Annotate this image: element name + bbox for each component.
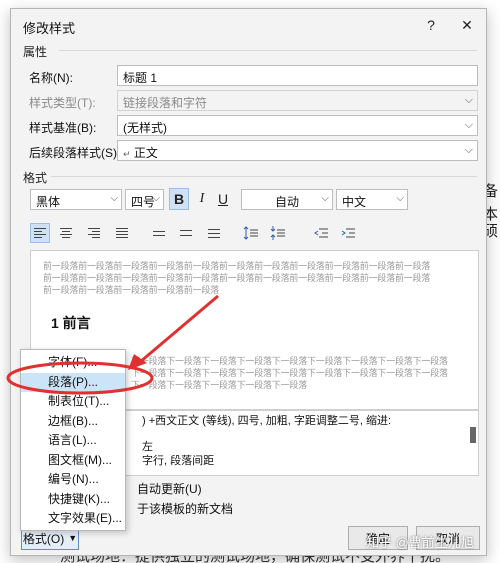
watermark: 知乎 @曹前生儿旭	[366, 535, 474, 550]
format-dropdown-menu: 字体(F)... 段落(P)... 制表位(T)... 边框(B)... 语言(…	[20, 349, 126, 531]
based-on-select[interactable]: (无样式) ⌵	[117, 115, 478, 136]
bold-button[interactable]: B	[169, 188, 189, 210]
align-left-icon	[34, 228, 46, 238]
menu-item-paragraph[interactable]: 段落(P)...	[21, 372, 125, 392]
preview-heading: 1 前言	[51, 315, 91, 331]
decrease-paragraph-spacing-button[interactable]	[268, 223, 288, 243]
format-header: 格式	[23, 171, 48, 185]
description-scrollbar[interactable]	[470, 427, 476, 443]
based-on-label: 样式基准(B):	[29, 121, 97, 135]
auto-update-checkbox[interactable]: 自动更新(U)	[137, 480, 202, 497]
align-right-button[interactable]	[84, 223, 104, 243]
menu-item-numbering[interactable]: 编号(N)...	[21, 470, 125, 490]
chevron-down-icon: ⌵	[110, 193, 118, 204]
name-label: 名称(N):	[29, 71, 73, 85]
align-right-icon	[88, 228, 100, 238]
font-value: 黑体	[36, 195, 61, 209]
divider	[59, 50, 477, 51]
font-size-value: 四号	[131, 195, 156, 209]
single-spacing-icon	[153, 230, 165, 236]
decrease-indent-button[interactable]	[311, 223, 331, 243]
increase-paragraph-spacing-button[interactable]	[241, 223, 261, 243]
menu-item-language[interactable]: 语言(L)...	[21, 431, 125, 451]
style-type-value: 链接段落和字符	[123, 96, 208, 110]
single-spacing-button[interactable]	[149, 223, 169, 243]
menu-item-frame[interactable]: 图文框(M)...	[21, 451, 125, 471]
menu-item-shortcut[interactable]: 快捷键(K)...	[21, 490, 125, 510]
chevron-down-icon: ⌵	[396, 193, 404, 204]
menu-item-text-effects[interactable]: 文字效果(E)...	[21, 509, 125, 529]
format-button-label: 格式(O)	[22, 531, 65, 546]
chevron-down-icon: ⌵	[464, 119, 473, 131]
close-icon: ✕	[461, 16, 473, 33]
justify-icon	[116, 228, 128, 238]
language-value: 中文	[342, 195, 367, 209]
paragraph-spacing-down-icon	[270, 226, 285, 240]
new-documents-radio[interactable]: 于该模板的新文档	[137, 500, 233, 517]
double-spacing-button[interactable]	[204, 223, 224, 243]
chevron-down-icon: ⌵	[464, 144, 473, 156]
menu-item-font[interactable]: 字体(F)...	[21, 353, 125, 373]
preview-prev-line: 前一段落前一段落前一段落前一段落前一段落	[43, 285, 220, 295]
chevron-down-icon: ⌵	[321, 193, 329, 204]
preview-next-line: 下一段落下一段落下一段落下一段落下一段落下一段落下一段落下一段落下一段落	[131, 356, 448, 366]
font-color-select[interactable]: 自动 ⌵	[241, 189, 333, 210]
preview-prev-line: 前一段落前一段落前一段落前一段落前一段落前一段落前一段落前一段落前一段落前一段落…	[43, 273, 431, 283]
preview-next-line: 下一段落下一段落下一段落下一段落下一段落	[131, 380, 308, 390]
font-select[interactable]: 黑体 ⌵	[30, 189, 122, 210]
style-type-label: 样式类型(T):	[29, 96, 96, 110]
font-color-value: 自动	[274, 195, 299, 209]
close-button[interactable]: ✕	[455, 13, 479, 37]
next-style-value: 正文	[133, 146, 158, 160]
divider	[51, 176, 477, 177]
preview-prev-line: 前一段落前一段落前一段落前一段落前一段落前一段落前一段落前一段落前一段落前一段落…	[43, 261, 431, 271]
increase-indent-button[interactable]	[338, 223, 358, 243]
next-style-label: 后续段落样式(S):	[29, 146, 121, 160]
properties-header: 属性	[23, 45, 48, 59]
underline-button[interactable]: U	[213, 188, 233, 210]
name-input[interactable]: 标题 1	[117, 65, 478, 86]
align-center-button[interactable]	[56, 223, 76, 243]
font-size-select[interactable]: 四号 ⌵	[125, 189, 164, 210]
name-value: 标题 1	[123, 71, 158, 85]
chevron-down-icon: ⌵	[464, 94, 473, 106]
chevron-down-icon: ▼	[68, 533, 78, 543]
dialog-title: 修改样式	[23, 21, 76, 36]
paragraph-style-icon: ↵	[123, 149, 131, 159]
help-button[interactable]: ?	[419, 13, 443, 37]
one-half-spacing-button[interactable]	[176, 223, 196, 243]
menu-item-tabs[interactable]: 制表位(T)...	[21, 392, 125, 412]
indent-icon	[341, 228, 355, 238]
preview-next-line: 下一段落下一段落下一段落下一段落下一段落下一段落下一段落下一段落下一段落	[131, 368, 448, 378]
outdent-icon	[314, 228, 328, 238]
language-select[interactable]: 中文 ⌵	[336, 189, 408, 210]
double-spacing-icon	[208, 228, 220, 238]
align-center-icon	[60, 228, 72, 238]
italic-button[interactable]: I	[192, 188, 212, 210]
one-half-spacing-icon	[180, 230, 192, 236]
style-type-select: 链接段落和字符 ⌵	[117, 90, 478, 111]
align-left-button[interactable]	[30, 223, 50, 243]
menu-item-border[interactable]: 边框(B)...	[21, 412, 125, 432]
chevron-down-icon: ⌵	[152, 193, 160, 204]
justify-button[interactable]	[112, 223, 132, 243]
based-on-value: (无样式)	[123, 121, 167, 135]
next-style-select[interactable]: ↵ 正文 ⌵	[117, 140, 478, 161]
paragraph-spacing-up-icon	[243, 226, 258, 240]
